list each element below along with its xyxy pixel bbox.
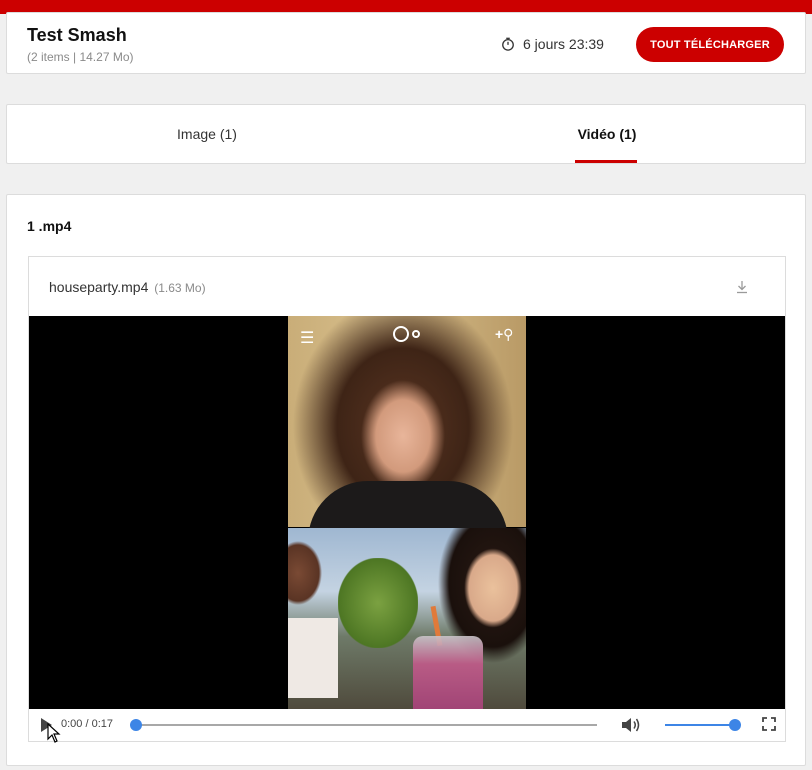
video-frame-top: ☰ +⚲: [288, 316, 526, 541]
transfer-subtitle: (2 items | 14.27 Mo): [27, 50, 134, 64]
mouse-cursor-icon: [47, 723, 61, 743]
section-title: 1 .mp4: [27, 218, 72, 234]
active-tab-indicator: [575, 160, 637, 163]
transfer-header: Test Smash (2 items | 14.27 Mo) 6 jours …: [6, 12, 806, 74]
seek-bar[interactable]: [135, 724, 597, 726]
file-list-panel: 1 .mp4 houseparty.mp4 (1.63 Mo) ☰ +⚲ 0:0…: [6, 194, 806, 766]
volume-icon[interactable]: [621, 716, 641, 734]
video-controls: 0:00 / 0:17: [29, 709, 785, 743]
timer-text: 6 jours 23:39: [523, 36, 604, 52]
expiry-timer: 6 jours 23:39: [501, 36, 604, 52]
tab-video[interactable]: Vidéo (1): [407, 105, 807, 163]
stopwatch-icon: [502, 37, 514, 51]
video-frame-bottom: [288, 528, 526, 709]
frame-person-left: [288, 528, 338, 698]
app-logo-ring-small: [412, 330, 420, 338]
volume-bar[interactable]: [665, 724, 735, 726]
add-friend-icon: +⚲: [495, 326, 514, 342]
video-time: 0:00 / 0:17: [61, 718, 113, 730]
file-size: (1.63 Mo): [154, 281, 206, 295]
app-logo-icon: [393, 326, 420, 342]
file-name-text: houseparty.mp4: [49, 279, 149, 295]
video-player[interactable]: ☰ +⚲: [29, 316, 785, 709]
app-logo-ring-large: [393, 326, 409, 342]
file-item: houseparty.mp4 (1.63 Mo) ☰ +⚲ 0:00 / 0:1…: [28, 256, 786, 743]
download-all-button[interactable]: TOUT TÉLÉCHARGER: [636, 27, 784, 62]
fullscreen-icon[interactable]: [762, 717, 776, 731]
file-name: houseparty.mp4 (1.63 Mo): [49, 279, 206, 295]
frame-cup: [413, 636, 483, 709]
volume-handle[interactable]: [729, 719, 741, 731]
tab-image[interactable]: Image (1): [7, 105, 407, 163]
media-tabs: Image (1) Vidéo (1): [6, 104, 806, 164]
menu-icon: ☰: [300, 330, 315, 347]
frame-tree: [338, 558, 418, 648]
seek-handle[interactable]: [130, 719, 142, 731]
video-frame: ☰ +⚲: [288, 316, 526, 709]
transfer-title: Test Smash: [27, 25, 127, 45]
download-icon[interactable]: [735, 279, 749, 295]
